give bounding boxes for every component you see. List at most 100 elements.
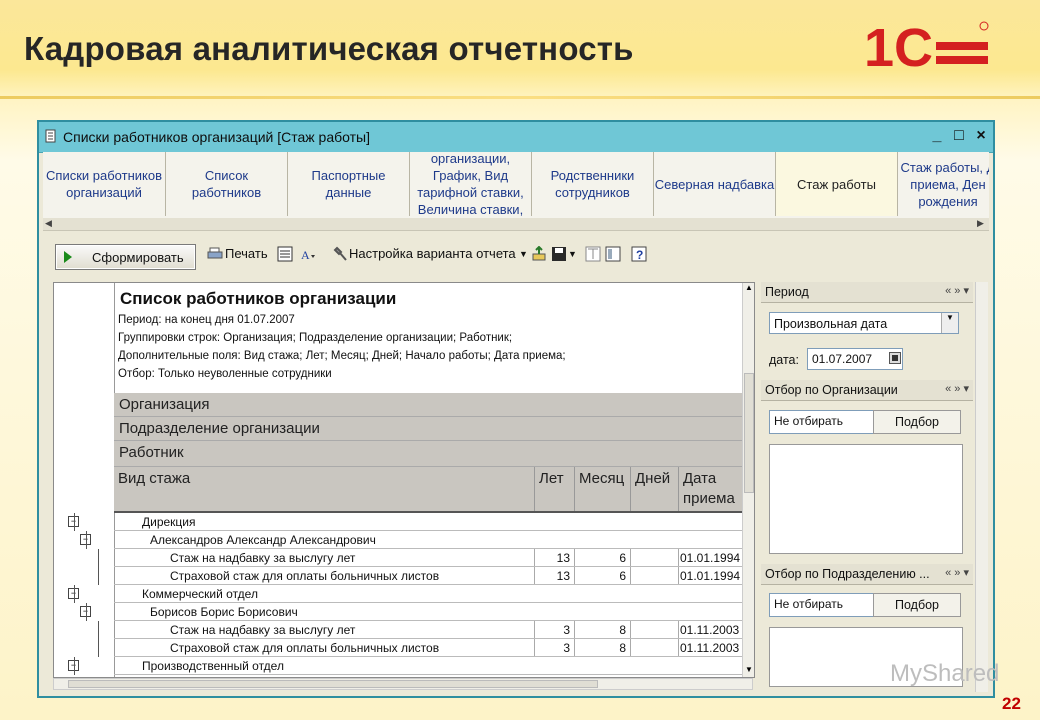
tabs-scrollbar[interactable]: ◀ ▶ xyxy=(43,218,989,231)
minimize-button[interactable]: _ xyxy=(927,126,947,146)
col-years: Лет xyxy=(534,467,574,511)
group-row[interactable]: −Александров Александр Александрович xyxy=(54,531,742,549)
svg-text:1С: 1С xyxy=(864,20,933,72)
tree-line xyxy=(98,549,99,567)
years-value: 3 xyxy=(563,623,570,637)
report-hscrollbar[interactable] xyxy=(53,678,753,690)
window-titlebar[interactable]: Списки работников организаций [Стаж рабо… xyxy=(39,122,993,153)
report-document[interactable]: Список работников организации Период: на… xyxy=(53,282,755,678)
report-tabs: Списки работников организаций Список раб… xyxy=(43,152,989,219)
report-filter: Отбор: Только неуволенные сотрудники xyxy=(118,368,332,380)
table-row[interactable]: Стаж на надбавку за выслугу лет 13 6 01.01.… xyxy=(54,549,742,567)
printer-icon[interactable] xyxy=(207,246,223,262)
export-icon[interactable] xyxy=(531,246,547,262)
settings-dropdown-icon[interactable]: ▼ xyxy=(519,249,528,259)
report-extra-fields: Дополнительные поля: Вид стажа; Лет; Мес… xyxy=(118,350,566,362)
months-value: 8 xyxy=(619,641,626,655)
report-hscroll-thumb[interactable] xyxy=(68,680,598,688)
section-nav-icon[interactable]: « » ▾ xyxy=(945,566,969,579)
wrench-icon[interactable] xyxy=(333,246,349,262)
grid-cell xyxy=(630,567,679,585)
play-icon xyxy=(64,251,72,263)
calendar-icon[interactable] xyxy=(889,352,901,364)
scroll-right-icon[interactable]: ▶ xyxy=(977,218,984,229)
tab-employee-list[interactable]: Список работников xyxy=(166,152,288,216)
tree-line xyxy=(74,657,75,675)
row-label: Производственный отдел xyxy=(142,659,284,673)
group-row[interactable]: −Борисов Борис Борисович xyxy=(54,603,742,621)
window-title: Списки работников организаций [Стаж рабо… xyxy=(63,129,370,145)
scroll-up-icon[interactable]: ▲ xyxy=(745,283,753,292)
row-label: Стаж на надбавку за выслугу лет xyxy=(170,623,356,637)
tab-passport-data[interactable]: Паспортные данные xyxy=(288,152,410,216)
date-label: дата: xyxy=(769,353,799,367)
tree-line xyxy=(86,531,87,549)
maximize-button[interactable]: □ xyxy=(949,126,969,146)
scroll-down-icon[interactable]: ▼ xyxy=(745,665,753,674)
col-months: Месяц xyxy=(574,467,630,511)
report-period: Период: на конец дня 01.07.2007 xyxy=(118,314,295,326)
font-icon[interactable]: A xyxy=(299,246,315,262)
help-icon[interactable]: ? xyxy=(631,246,647,262)
report-settings-button[interactable]: Настройка варианта отчета xyxy=(349,246,516,261)
panel-toggle-icon[interactable] xyxy=(605,246,621,262)
group-row[interactable]: −Коммерческий отдел xyxy=(54,585,742,603)
org-pick-button[interactable]: Подбор xyxy=(873,410,961,434)
row-label: Страховой стаж для оплаты больничных лис… xyxy=(170,641,440,655)
org-filter-list[interactable] xyxy=(769,444,963,554)
hire-date-value: 01.01.1994 xyxy=(680,551,741,565)
row-divider xyxy=(114,674,742,675)
scroll-left-icon[interactable]: ◀ xyxy=(45,218,52,229)
section-nav-icon[interactable]: « » ▾ xyxy=(945,284,969,297)
tab-tariff[interactable]: организации, График, Вид тарифной ставки… xyxy=(410,152,532,217)
hire-date-value: 01.01.1994 xyxy=(680,569,741,583)
save-dropdown-icon[interactable]: ▼ xyxy=(568,249,577,259)
save-icon[interactable] xyxy=(551,246,567,262)
period-type-select[interactable]: Произвольная дата ▼ xyxy=(769,312,959,334)
watermark: MyShared xyxy=(890,660,1000,687)
1c-logo: 1С xyxy=(864,20,989,72)
tree-line xyxy=(98,639,99,657)
table-row[interactable]: Стаж на надбавку за выслугу лет 3 8 01.11.2… xyxy=(54,621,742,639)
group-header-employee: Работник xyxy=(114,441,742,467)
tab-employee-lists[interactable]: Списки работников организаций xyxy=(43,152,166,216)
panel-scrollbar[interactable] xyxy=(975,282,988,692)
period-section-header[interactable]: Период « » ▾ xyxy=(761,282,973,303)
report-vscroll-thumb[interactable] xyxy=(744,373,754,493)
document-icon xyxy=(45,129,56,143)
tree-line xyxy=(74,585,75,603)
report-groupings: Группировки строк: Организация; Подразде… xyxy=(118,332,513,344)
close-button[interactable]: × xyxy=(971,126,991,146)
table-row[interactable]: Страховой стаж для оплаты больничных лис… xyxy=(54,639,742,657)
group-row[interactable]: −Дирекция xyxy=(54,513,742,531)
page-layout-icon[interactable] xyxy=(277,246,293,262)
grid-cell xyxy=(630,549,679,567)
tree-line xyxy=(86,603,87,621)
org-filter-value[interactable]: Не отбирать xyxy=(769,410,875,434)
chevron-down-icon[interactable]: ▼ xyxy=(941,313,958,333)
svg-text:A: A xyxy=(301,248,310,262)
header-toggle-icon[interactable] xyxy=(585,246,601,262)
tab-work-experience[interactable]: Стаж работы xyxy=(776,152,898,216)
section-nav-icon[interactable]: « » ▾ xyxy=(945,382,969,395)
dept-pick-button[interactable]: Подбор xyxy=(873,593,961,617)
tree-line xyxy=(98,567,99,585)
tab-relatives[interactable]: Родственники сотрудников xyxy=(532,152,654,216)
dept-filter-header[interactable]: Отбор по Подразделению ... « » ▾ xyxy=(761,564,973,585)
report-window: Списки работников организаций [Стаж рабо… xyxy=(37,120,995,698)
row-label: Дирекция xyxy=(142,515,196,529)
generate-button[interactable]: Сформировать xyxy=(55,244,196,270)
report-vscrollbar[interactable]: ▲ ▼ xyxy=(742,283,754,677)
months-value: 6 xyxy=(619,551,626,565)
tab-north-bonus[interactable]: Северная надбавка xyxy=(654,152,776,216)
tab-experience-birthday[interactable]: Стаж работы, Д приема, Ден рождения xyxy=(898,152,989,216)
print-button[interactable]: Печать xyxy=(225,246,268,261)
row-label: Александров Александр Александрович xyxy=(150,533,376,547)
org-filter-header[interactable]: Отбор по Организации « » ▾ xyxy=(761,380,973,401)
dept-filter-value[interactable]: Не отбирать xyxy=(769,593,875,617)
group-row[interactable]: −Производственный отдел xyxy=(54,657,742,675)
column-header: Вид стажа Лет Месяц Дней Дата приема xyxy=(114,467,742,513)
grid-cell xyxy=(630,621,679,639)
years-value: 13 xyxy=(556,569,570,583)
table-row[interactable]: Страховой стаж для оплаты больничных лис… xyxy=(54,567,742,585)
